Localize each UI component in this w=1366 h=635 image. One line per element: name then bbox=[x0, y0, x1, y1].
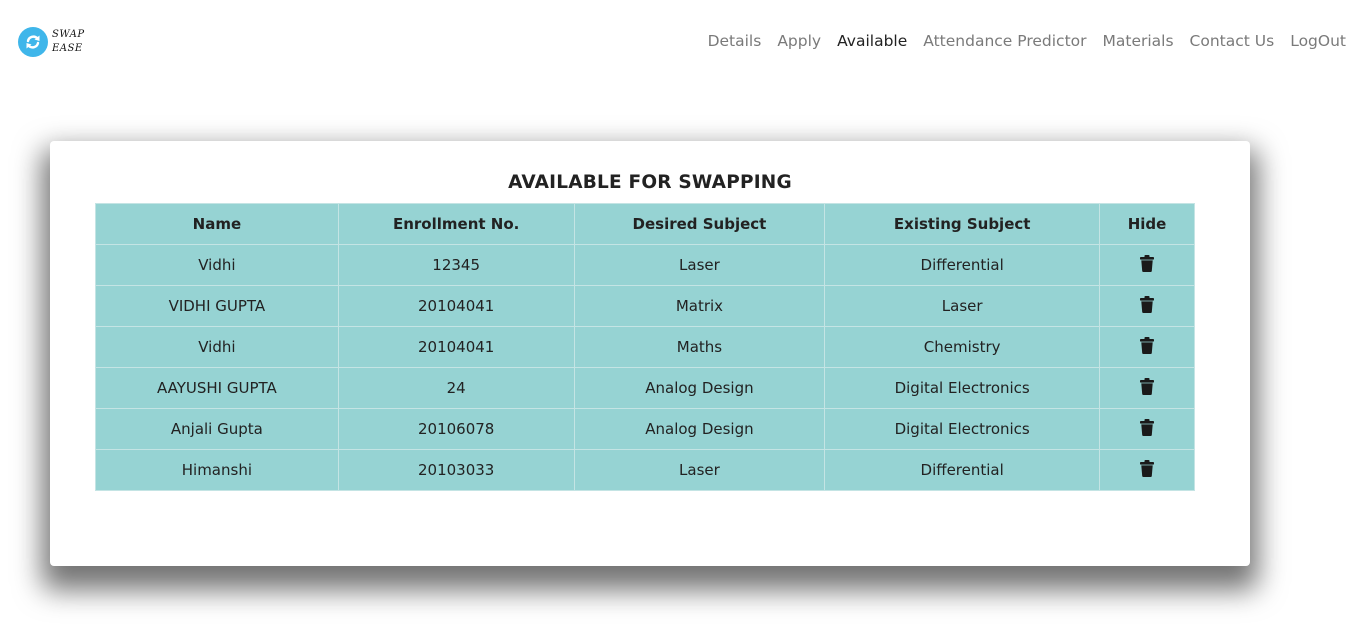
header-enrollment: Enrollment No. bbox=[337, 203, 575, 245]
available-card: AVAILABLE FOR SWAPPING Name Enrollment N… bbox=[50, 141, 1250, 566]
table-header-row: Name Enrollment No. Desired Subject Exis… bbox=[95, 203, 1195, 245]
swap-arrows-icon bbox=[18, 27, 48, 57]
table-row: Himanshi 20103033 Laser Differential bbox=[95, 449, 1195, 491]
logo-text: SWAP EASE bbox=[52, 28, 85, 56]
table-row: Vidhi 12345 Laser Differential bbox=[95, 244, 1195, 286]
cell-name: Anjali Gupta bbox=[95, 408, 339, 450]
cell-hide bbox=[1099, 367, 1195, 409]
cell-existing-subject: Chemistry bbox=[824, 326, 1101, 368]
cell-existing-subject: Differential bbox=[824, 244, 1101, 286]
cell-enrollment: 12345 bbox=[337, 244, 575, 286]
cell-existing-subject: Laser bbox=[824, 285, 1101, 327]
cell-name: Himanshi bbox=[95, 449, 339, 491]
trash-icon[interactable] bbox=[1140, 295, 1155, 317]
cell-hide bbox=[1099, 326, 1195, 368]
logo-line-1: SWAP bbox=[52, 29, 85, 40]
nav-details[interactable]: Details bbox=[708, 32, 762, 50]
cell-name: VIDHI GUPTA bbox=[95, 285, 339, 327]
trash-icon[interactable] bbox=[1140, 377, 1155, 399]
cell-enrollment: 20104041 bbox=[337, 285, 575, 327]
table-row: VIDHI GUPTA 20104041 Matrix Laser bbox=[95, 285, 1195, 327]
cell-enrollment: 20104041 bbox=[337, 326, 575, 368]
cell-desired-subject: Laser bbox=[573, 449, 826, 491]
trash-icon[interactable] bbox=[1140, 254, 1155, 276]
cell-hide bbox=[1099, 449, 1195, 491]
header-existing-subject: Existing Subject bbox=[824, 203, 1101, 245]
table-row: Anjali Gupta 20106078 Analog Design Digital… bbox=[95, 408, 1195, 450]
nav-available[interactable]: Available bbox=[837, 32, 907, 50]
logo-line-2: EASE bbox=[52, 43, 83, 54]
available-table: Name Enrollment No. Desired Subject Exis… bbox=[95, 203, 1195, 491]
table-row: Vidhi 20104041 Maths Chemistry bbox=[95, 326, 1195, 368]
cell-desired-subject: Laser bbox=[573, 244, 826, 286]
cell-desired-subject: Maths bbox=[573, 326, 826, 368]
header-desired-subject: Desired Subject bbox=[573, 203, 826, 245]
cell-enrollment: 24 bbox=[337, 367, 575, 409]
cell-existing-subject: Digital Electronics bbox=[824, 367, 1101, 409]
logo[interactable]: SWAP EASE bbox=[18, 27, 85, 57]
cell-desired-subject: Analog Design bbox=[573, 367, 826, 409]
page-title: AVAILABLE FOR SWAPPING bbox=[508, 172, 792, 193]
cell-desired-subject: Matrix bbox=[573, 285, 826, 327]
cell-enrollment: 20106078 bbox=[337, 408, 575, 450]
trash-icon[interactable] bbox=[1140, 418, 1155, 440]
cell-enrollment: 20103033 bbox=[337, 449, 575, 491]
nav-logout[interactable]: LogOut bbox=[1290, 32, 1346, 50]
table-row: AAYUSHI GUPTA 24 Analog Design Digital Elec… bbox=[95, 367, 1195, 409]
nav-materials[interactable]: Materials bbox=[1103, 32, 1174, 50]
nav-apply[interactable]: Apply bbox=[777, 32, 821, 50]
trash-icon[interactable] bbox=[1140, 459, 1155, 481]
header-name: Name bbox=[95, 203, 339, 245]
top-nav: Details Apply Available Attendance Predi… bbox=[692, 32, 1346, 50]
nav-contact-us[interactable]: Contact Us bbox=[1190, 32, 1275, 50]
cell-existing-subject: Differential bbox=[824, 449, 1101, 491]
cell-name: AAYUSHI GUPTA bbox=[95, 367, 339, 409]
cell-hide bbox=[1099, 408, 1195, 450]
cell-hide bbox=[1099, 285, 1195, 327]
cell-name: Vidhi bbox=[95, 326, 339, 368]
trash-icon[interactable] bbox=[1140, 336, 1155, 358]
cell-desired-subject: Analog Design bbox=[573, 408, 826, 450]
cell-existing-subject: Digital Electronics bbox=[824, 408, 1101, 450]
cell-name: Vidhi bbox=[95, 244, 339, 286]
cell-hide bbox=[1099, 244, 1195, 286]
nav-attendance-predictor[interactable]: Attendance Predictor bbox=[923, 32, 1086, 50]
header-hide: Hide bbox=[1099, 203, 1195, 245]
